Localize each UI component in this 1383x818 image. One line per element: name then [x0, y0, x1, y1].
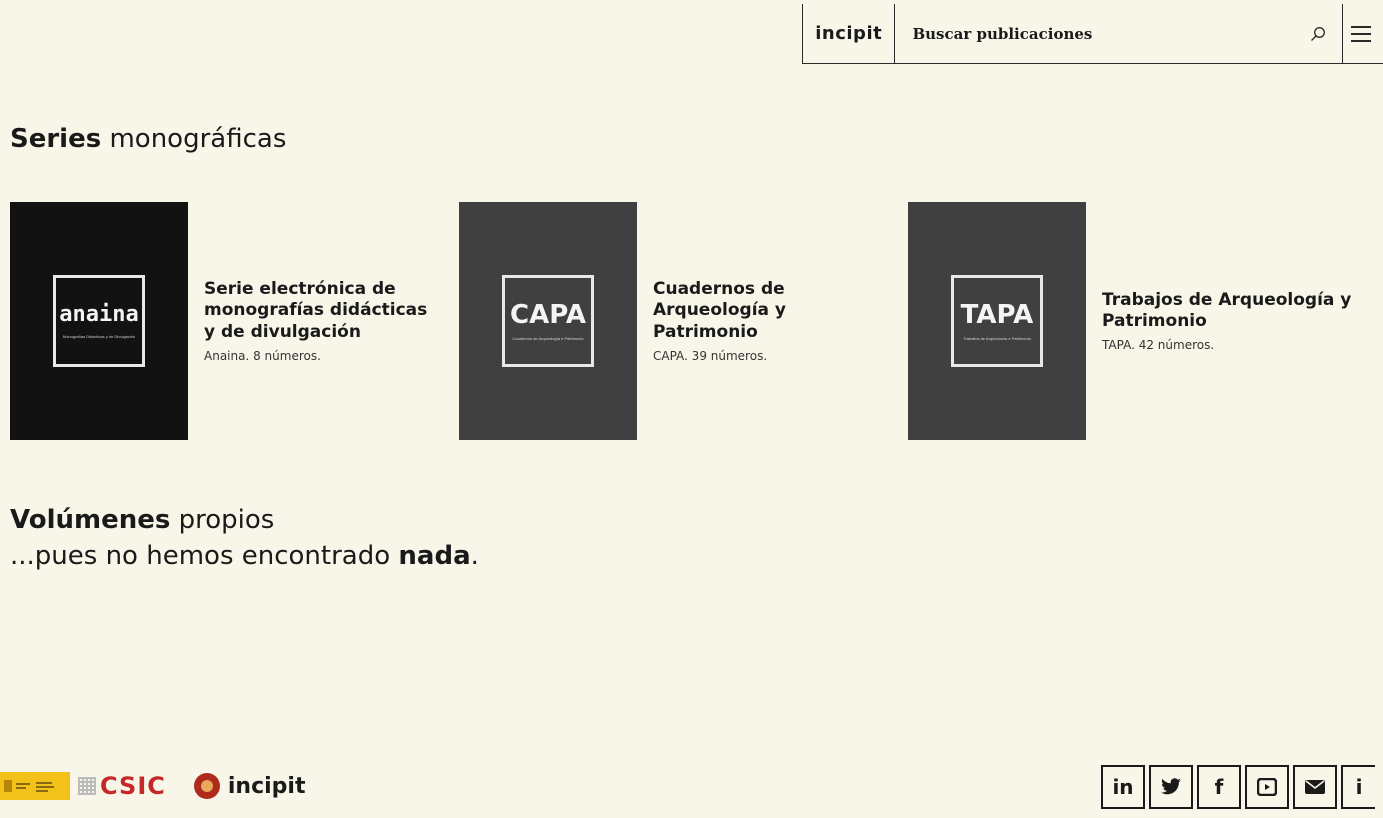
info-icon: i [1355, 775, 1363, 799]
series-card-anaina[interactable]: anaina Monografías Didácticas y de Divul… [10, 202, 444, 440]
footer-logos: CSIC incipit [0, 772, 305, 800]
empty-suffix: . [470, 541, 479, 571]
empty-bold: nada [398, 541, 471, 571]
cover-frame: TAPA Traballos de Arqueoloxía e Patrimon… [951, 275, 1043, 367]
brand-logo[interactable]: incipit [803, 4, 896, 63]
government-emblem-icon [4, 780, 54, 792]
incipit-seal-icon [193, 773, 220, 799]
cover-anaina[interactable]: anaina Monografías Didácticas y de Divul… [10, 202, 188, 440]
volumes-heading-bold: Volúmenes [10, 505, 171, 535]
incipit-footer-logo[interactable]: incipit [193, 773, 306, 799]
series-heading-bold: Series [10, 124, 102, 154]
csic-logo[interactable]: CSIC [78, 772, 166, 800]
series-heading-rest: monográficas [101, 124, 287, 154]
card-text: Serie electrónica de monografías didácti… [204, 202, 444, 440]
series-title[interactable]: Cuadernos de Arqueología y Patrimonio [653, 279, 803, 343]
email-icon [1305, 780, 1325, 794]
search-button[interactable] [1294, 4, 1344, 63]
email-button[interactable] [1293, 765, 1337, 809]
cover-tapa[interactable]: TAPA Traballos de Arqueoloxía e Patrimon… [908, 202, 1086, 440]
empty-message: ...pues no hemos encontrado nada. [10, 541, 479, 571]
cover-label: TAPA [960, 299, 1034, 330]
card-text: Trabajos de Arqueología y Patrimonio TAP… [1102, 202, 1352, 440]
cover-frame: CAPA Cuadernos de Arqueología e Patrimon… [502, 275, 594, 367]
top-bar: incipit [802, 4, 1383, 64]
cover-subtitle: Cuadernos de Arqueología e Patrimonio [512, 335, 584, 341]
series-title[interactable]: Trabajos de Arqueología y Patrimonio [1102, 290, 1352, 333]
cover-frame: anaina Monografías Didácticas y de Divul… [53, 275, 145, 367]
volumes-heading-rest: propios [170, 505, 275, 535]
series-card-capa[interactable]: CAPA Cuadernos de Arqueología e Patrimon… [459, 202, 803, 440]
youtube-button[interactable] [1245, 765, 1289, 809]
cover-subtitle: Monografías Didácticas y de Divulgación [62, 333, 136, 339]
social-links: in f i [1101, 765, 1375, 809]
empty-prefix: ...pues no hemos encontrado [10, 541, 399, 571]
linkedin-icon: in [1112, 775, 1134, 799]
cover-capa[interactable]: CAPA Cuadernos de Arqueología e Patrimon… [459, 202, 637, 440]
series-heading: Series monográficas [10, 124, 286, 154]
search-icon [1311, 26, 1326, 41]
search-area [895, 4, 1295, 63]
series-meta: CAPA. 39 números. [653, 348, 768, 363]
linkedin-button[interactable]: in [1101, 765, 1145, 809]
youtube-icon [1257, 778, 1277, 796]
series-card-tapa[interactable]: TAPA Traballos de Arqueoloxía e Patrimon… [908, 202, 1352, 440]
twitter-icon [1161, 778, 1181, 795]
csic-grid-icon [78, 777, 96, 795]
card-text: Cuadernos de Arqueología y Patrimonio CA… [653, 202, 803, 440]
government-logo[interactable] [0, 772, 70, 800]
series-meta: Anaina. 8 números. [204, 348, 321, 363]
cover-label: anaina [59, 301, 139, 327]
cover-label: CAPA [510, 299, 586, 330]
csic-label: CSIC [100, 772, 166, 800]
facebook-icon: f [1214, 775, 1224, 799]
search-input[interactable] [910, 23, 1295, 44]
menu-button[interactable] [1343, 4, 1383, 63]
hamburger-menu-icon [1351, 21, 1372, 47]
info-button[interactable]: i [1341, 765, 1375, 809]
incipit-label: incipit [227, 773, 306, 799]
cover-subtitle: Traballos de Arqueoloxía e Patrimonio [963, 335, 1031, 341]
series-meta: TAPA. 42 números. [1102, 338, 1215, 353]
series-title[interactable]: Serie electrónica de monografías didácti… [204, 279, 444, 343]
volumes-heading: Volúmenes propios [10, 505, 274, 535]
facebook-button[interactable]: f [1197, 765, 1241, 809]
twitter-button[interactable] [1149, 765, 1193, 809]
